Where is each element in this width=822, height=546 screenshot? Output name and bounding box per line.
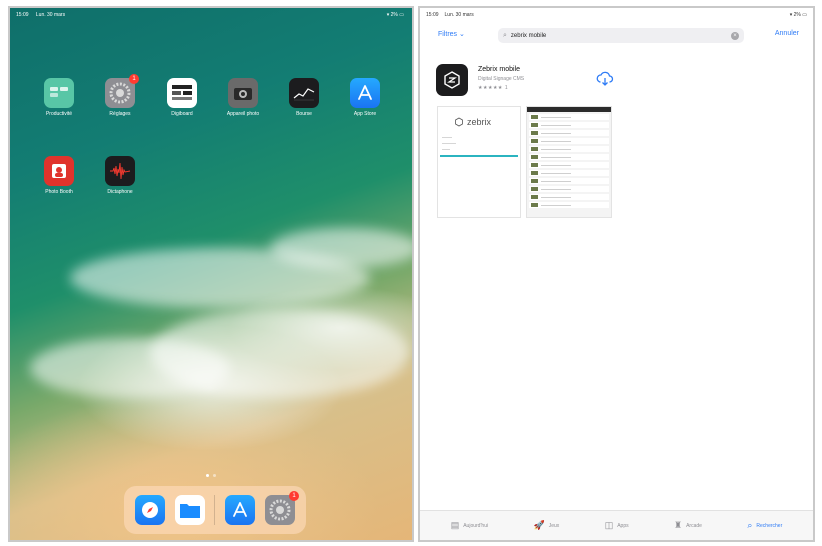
rating-stars: ★★★★★ 1 [478,85,508,91]
games-icon: 🚀 [533,520,545,530]
app-bourse[interactable]: Bourse [280,78,328,117]
tab-label: Jeux [548,522,560,529]
tab-label: Aujourd'hui [463,522,489,529]
status-date: Lun. 30 mars [35,12,66,18]
progress-bar [440,155,518,157]
battery-percent: 2% [793,12,801,18]
search-input[interactable]: zebrix mobile [511,33,731,39]
dock: 1 [124,486,306,534]
status-bar-right: ▾ 2% ▭ [387,12,404,18]
arcade-icon: ♜ [674,520,683,530]
filters-label: Filtres [438,31,458,38]
status-time: 15:09 [426,12,439,18]
voice-memos-icon [105,156,135,186]
safari-icon[interactable] [134,495,165,525]
battery-icon: ▭ [399,12,404,18]
chevron-down-icon: ⌄ [459,31,465,38]
app-reglages[interactable]: 1 Réglages [96,74,144,117]
clear-icon[interactable]: × [731,31,739,40]
rating-count: 1 [504,85,509,91]
status-time: 15:09 [16,12,29,18]
app-subtitle: Digital Signage CMS [478,76,525,82]
search-toolbar: Filtres ⌄ ⌕ zebrix mobile × Annuler [420,26,813,46]
app-store-window: 15:09 Lun. 30 mars ▾ 2% ▭ Filtres ⌄ ⌕ zeb… [418,6,815,542]
cancel-button[interactable]: Annuler [775,30,799,37]
tab-apps[interactable]: ◫ Apps [605,520,629,531]
home-screen: 15:09 Lun. 30 mars ▾ 2% ▭ Productivité 1… [8,6,414,542]
app-label: App Store [353,111,377,117]
search-field[interactable]: ⌕ zebrix mobile × [498,28,744,43]
tab-label: Rechercher [756,522,783,529]
wifi-icon: ▾ [386,12,390,18]
app-label: Dictaphone [107,189,133,195]
app-label: Réglages [109,111,131,117]
app-productivite[interactable]: Productivité [35,78,83,117]
settings-icon[interactable]: 1 [265,491,300,525]
status-bar: 15:09 Lun. 30 mars ▾ 2% ▭ [426,12,807,18]
photo-booth-icon [44,156,74,186]
app-label: Digiboard [171,111,193,117]
tab-games[interactable]: 🚀 Jeux [534,520,560,531]
digiboard-icon [167,78,197,108]
stocks-icon [289,78,319,108]
dock-separator [214,495,216,525]
screenshot-preview-2[interactable] [526,106,612,218]
tab-label: Arcade [686,522,702,529]
page-dot [213,474,216,477]
app-app-store[interactable]: App Store [341,78,389,117]
page-indicator[interactable] [206,474,216,477]
apps-icon: ◫ [604,520,614,530]
zebrix-logo: zebrix [454,117,491,127]
tab-today[interactable]: ▤ Aujourd'hui [451,520,488,531]
app-label: Photo Booth [45,189,73,195]
tab-arcade[interactable]: ♜ Arcade [674,520,702,531]
tab-search[interactable]: ⌕ Rechercher [747,520,782,531]
app-label: Bourse [296,111,312,117]
battery-percent: 2% [390,12,398,18]
app-store-icon[interactable] [225,495,256,525]
zebrix-logo-text: zebrix [467,117,492,127]
app-label: Appareil photo [226,111,260,117]
filters-button[interactable]: Filtres ⌄ [438,30,465,38]
tab-label: Apps [617,522,629,529]
wifi-icon: ▾ [789,12,793,18]
notification-badge: 1 [289,491,300,501]
today-icon: ▤ [450,520,460,530]
camera-icon [228,78,258,108]
app-name[interactable]: Zebrix mobile [478,66,520,73]
star-rating: ★★★★★ [478,85,503,91]
tab-bar: ▤ Aujourd'hui 🚀 Jeux ◫ Apps ♜ Arcade ⌕ R… [420,510,813,540]
search-icon: ⌕ [503,31,507,39]
status-date: Lun. 30 mars [444,12,474,18]
zebrix-app-icon[interactable] [436,64,468,96]
app-store-icon [350,78,380,108]
files-icon[interactable] [174,495,205,525]
download-cloud-icon[interactable] [596,70,614,88]
status-bar-left: 15:09 Lun. 30 mars [16,12,71,18]
notification-badge: 1 [129,74,139,84]
app-dictaphone[interactable]: Dictaphone [96,156,144,195]
app-photo-booth[interactable]: Photo Booth [35,156,83,195]
settings-icon: 1 [105,74,139,108]
search-icon: ⌕ [747,520,753,530]
app-appareil-photo[interactable]: Appareil photo [219,78,267,117]
battery-icon: ▭ [802,12,807,18]
app-label: Productivité [45,111,73,117]
screenshot-preview-1[interactable]: zebrix [437,106,521,218]
app-digiboard[interactable]: Digiboard [158,78,206,117]
folder-icon [44,78,74,108]
page-dot [206,474,209,477]
search-result[interactable]: Zebrix mobile Digital Signage CMS ★★★★★ … [436,64,616,104]
